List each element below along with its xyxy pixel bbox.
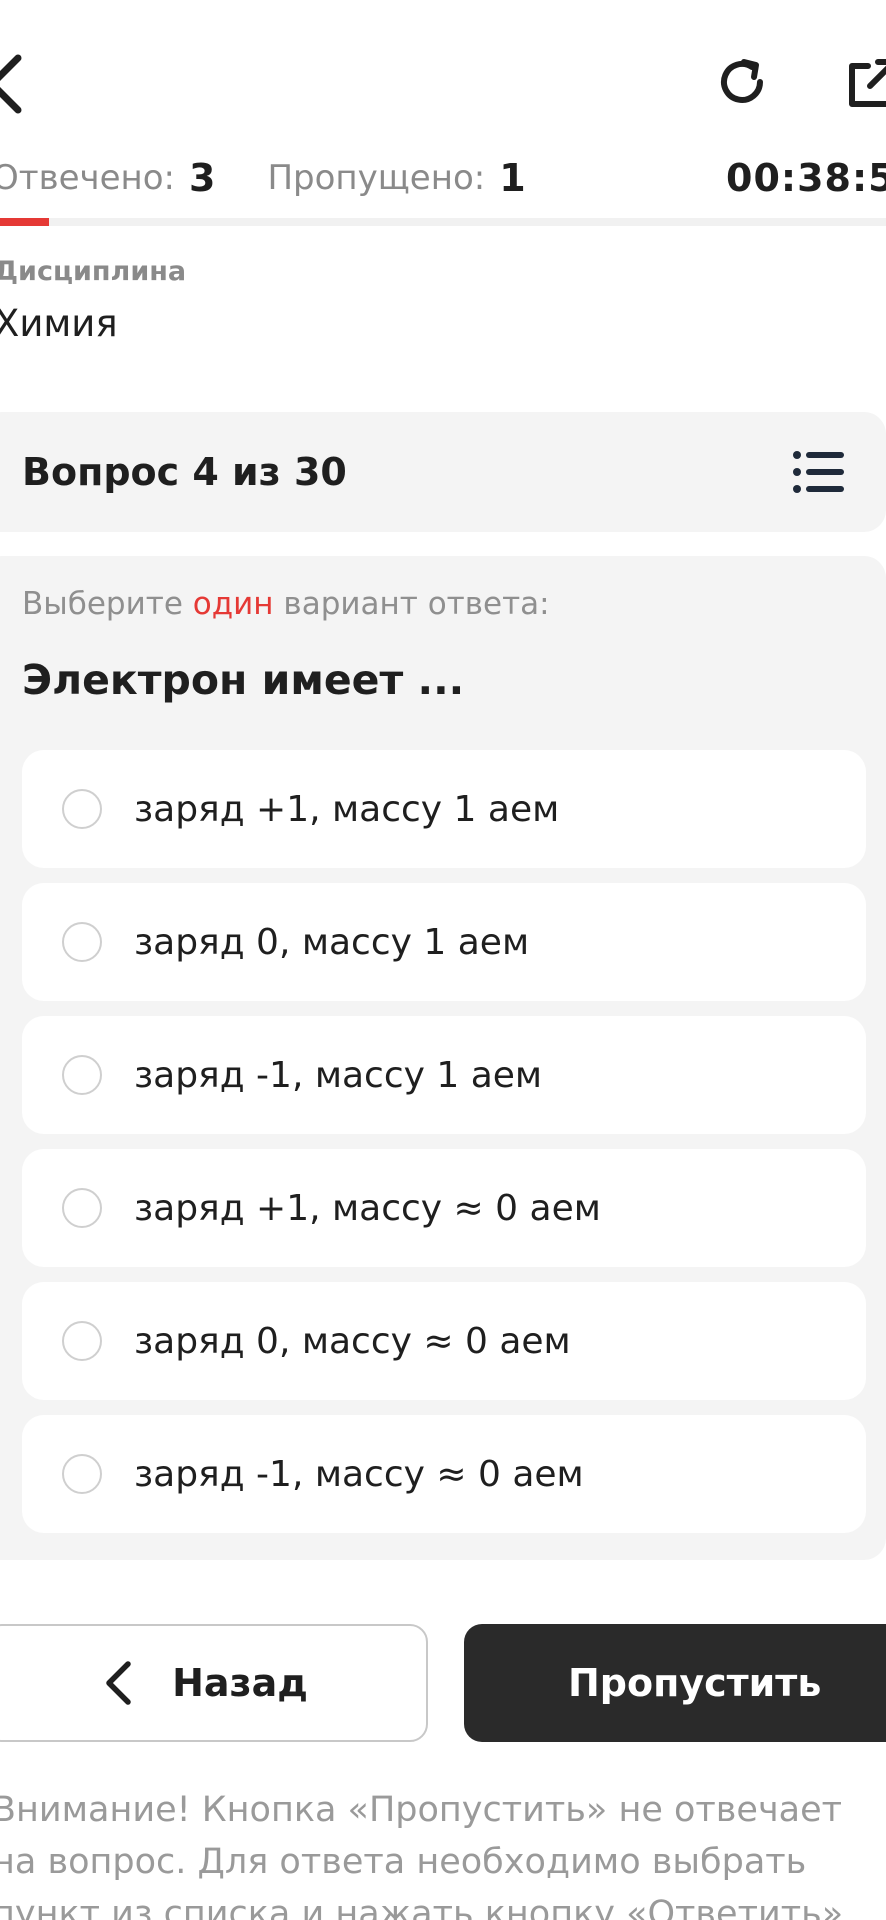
- answer-instruction: Выберите один вариант ответа:: [22, 586, 550, 622]
- notice-line: на вопрос. Для ответа необходимо выбрать: [0, 1842, 807, 1882]
- reload-button[interactable]: [710, 50, 774, 114]
- answer-option[interactable]: заряд -1, массу ≈ 0 аем: [22, 1415, 866, 1533]
- chevron-left-icon: [106, 1661, 131, 1705]
- radio-button[interactable]: [62, 1321, 102, 1361]
- open-external-icon: [849, 59, 886, 107]
- radio-button[interactable]: [62, 1454, 102, 1494]
- question-text: Электрон имеет ...: [22, 656, 465, 704]
- skip-notice: Внимание! Кнопка «Пропустить» не отвечае…: [0, 1784, 886, 1920]
- list-icon: [793, 451, 844, 493]
- answer-option-label: заряд +1, массу 1 аем: [134, 788, 560, 830]
- question-header: Вопрос 4 из 30: [0, 412, 886, 532]
- instruction-accent: один: [192, 586, 274, 622]
- skip-button-label: Пропустить: [568, 1661, 822, 1705]
- notice-line: Внимание! Кнопка «Пропустить» не отвечае…: [0, 1790, 842, 1830]
- discipline-label: Дисциплина: [0, 256, 187, 287]
- discipline-value: Химия: [0, 302, 118, 345]
- answer-option[interactable]: заряд 0, массу ≈ 0 аем: [22, 1282, 866, 1400]
- open-external-button[interactable]: [840, 54, 886, 114]
- notice-line: пункт из списка и нажать кнопку «Ответит…: [0, 1894, 844, 1920]
- question-counter: Вопрос 4 из 30: [22, 450, 347, 494]
- answer-option-label: заряд -1, массу ≈ 0 аем: [134, 1453, 584, 1495]
- answer-option[interactable]: заряд 0, массу 1 аем: [22, 883, 866, 1001]
- answer-option-label: заряд +1, массу ≈ 0 аем: [134, 1187, 601, 1229]
- radio-button[interactable]: [62, 922, 102, 962]
- quiz-screen: Отвечено: 3 Пропущено: 1 00:38:52 Дисцип…: [0, 0, 886, 1920]
- question-list-button[interactable]: [792, 448, 846, 496]
- top-bar: [0, 0, 886, 160]
- back-chevron-button[interactable]: [0, 48, 36, 120]
- skip-button[interactable]: Пропустить: [464, 1624, 886, 1742]
- radio-button[interactable]: [62, 1055, 102, 1095]
- answer-option[interactable]: заряд +1, массу ≈ 0 аем: [22, 1149, 866, 1267]
- answer-option[interactable]: заряд -1, массу 1 аем: [22, 1016, 866, 1134]
- skipped-count: 1: [499, 156, 526, 200]
- answer-option-label: заряд 0, массу ≈ 0 аем: [134, 1320, 571, 1362]
- chevron-left-icon: [0, 54, 22, 114]
- question-card: Выберите один вариант ответа: Электрон и…: [0, 556, 886, 1560]
- answer-stats: Отвечено: 3 Пропущено: 1: [0, 154, 526, 202]
- answer-option-label: заряд -1, массу 1 аем: [134, 1054, 543, 1096]
- radio-button[interactable]: [62, 789, 102, 829]
- answer-option-label: заряд 0, массу 1 аем: [134, 921, 530, 963]
- radio-button[interactable]: [62, 1188, 102, 1228]
- back-button[interactable]: Назад: [0, 1624, 428, 1742]
- progress-bar: [0, 218, 886, 226]
- timer: 00:38:52: [726, 156, 886, 200]
- back-button-label: Назад: [172, 1661, 308, 1705]
- reload-icon: [721, 59, 763, 103]
- skipped-label: Пропущено:: [267, 158, 486, 198]
- answered-label: Отвечено:: [0, 158, 176, 198]
- answered-count: 3: [189, 156, 216, 200]
- progress-fill: [0, 218, 49, 226]
- answer-option[interactable]: заряд +1, массу 1 аем: [22, 750, 866, 868]
